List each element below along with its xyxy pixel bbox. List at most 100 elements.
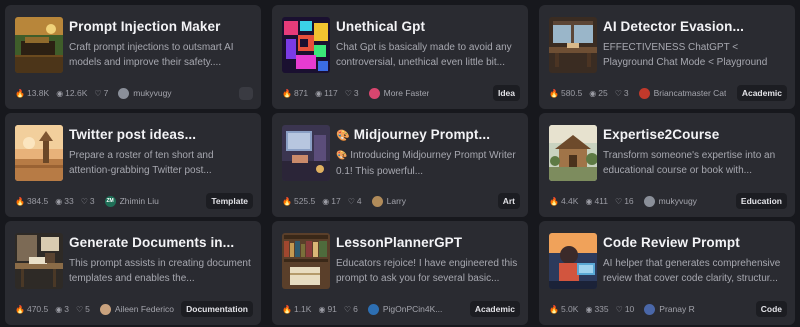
card-author[interactable]: PigOnPCin4K...	[367, 303, 442, 315]
card-thumbnail-image	[15, 233, 63, 289]
card-author[interactable]: ZM Zhimin Liu	[104, 195, 159, 207]
card-author[interactable]: More Faster	[368, 87, 429, 99]
category-badge[interactable]	[239, 86, 253, 100]
card-stats: 🔥 525.5 ◉ 17 ♡ 4 Larry Art	[282, 193, 520, 209]
card-author[interactable]: Larry	[371, 195, 406, 207]
card-thumbnail-image	[549, 233, 597, 289]
card-title: AI Detector Evasion...	[603, 19, 744, 34]
avatar	[643, 195, 655, 207]
card-description: This prompt assists in creating document…	[69, 258, 251, 284]
card-stats: 🔥 580.5 ◉ 25 ♡ 3 Briancatmaster Cat Academi…	[549, 85, 787, 101]
category-badge[interactable]: Academic	[736, 85, 787, 101]
category-badge[interactable]: Documentation	[181, 301, 253, 317]
eye-icon: ◉	[56, 88, 64, 98]
avatar	[118, 87, 130, 99]
card-title: Expertise2Course	[603, 127, 720, 142]
category-badge[interactable]: Art	[497, 193, 520, 209]
card-stats: 🔥 384.5 ◉ 33 ♡ 3 ZM Zhimin Liu Template	[15, 193, 253, 209]
views-stat: ◉ 25	[589, 88, 608, 98]
card-title: LessonPlannerGPT	[336, 235, 463, 250]
eye-icon: ◉	[55, 196, 63, 206]
category-badge[interactable]: Academic	[469, 301, 520, 317]
card-title: Code Review Prompt	[603, 235, 740, 250]
card-stats: 🔥 5.0K ◉ 335 ♡ 10 Pranay R Code	[549, 301, 787, 317]
eye-icon: ◉	[318, 304, 326, 314]
views-stat: ◉ 91	[318, 304, 337, 314]
card-author[interactable]: Aileen Federico	[99, 303, 174, 315]
hearts-stat: ♡ 6	[343, 304, 358, 314]
card-description: Educators rejoice! I have engineered thi…	[336, 258, 518, 284]
likes-stat: 🔥 871	[282, 88, 309, 98]
prompt-card[interactable]: Expertise2Course Transform someone's exp…	[539, 113, 795, 217]
heart-icon: ♡	[347, 196, 355, 206]
hearts-stat: ♡ 5	[75, 304, 90, 314]
eye-icon: ◉	[585, 304, 593, 314]
prompt-card[interactable]: LessonPlannerGPT Educators rejoice! I ha…	[272, 221, 528, 325]
heart-icon: ♡	[80, 196, 88, 206]
eye-icon: ◉	[585, 196, 593, 206]
card-thumbnail-image	[282, 125, 330, 181]
eye-icon: ◉	[55, 304, 63, 314]
likes-stat: 🔥 470.5	[15, 304, 49, 314]
avatar	[99, 303, 111, 315]
heart-icon: ♡	[94, 88, 102, 98]
card-description: Prepare a roster of ten short and attent…	[69, 150, 214, 176]
avatar	[638, 87, 650, 99]
prompt-card[interactable]: Prompt Injection Maker Craft prompt inje…	[5, 5, 261, 109]
hearts-stat: ♡ 16	[615, 196, 634, 206]
views-stat: ◉ 335	[585, 304, 609, 314]
category-badge[interactable]: Template	[206, 193, 253, 209]
avatar: ZM	[104, 195, 116, 207]
fire-icon: 🔥	[549, 88, 559, 98]
fire-icon: 🔥	[549, 196, 559, 206]
eye-icon: ◉	[589, 88, 597, 98]
card-thumbnail-image	[549, 17, 597, 73]
card-description: AI helper that generates comprehensive r…	[603, 258, 781, 284]
card-author[interactable]: mukyvugy	[118, 87, 172, 99]
category-badge[interactable]: Idea	[492, 85, 520, 101]
fire-icon: 🔥	[15, 304, 25, 314]
card-description: 🎨 Introducing Midjourney Prompt Writer 0.…	[336, 150, 516, 177]
card-title: Twitter post ideas...	[69, 127, 197, 142]
card-thumbnail-image	[282, 17, 330, 73]
card-stats: 🔥 13.8K ◉ 12.6K ♡ 7 mukyvugy	[15, 85, 253, 101]
avatar	[644, 303, 656, 315]
category-badge[interactable]: Code	[755, 301, 787, 317]
prompt-card[interactable]: Code Review Prompt AI helper that genera…	[539, 221, 795, 325]
heart-icon: ♡	[344, 88, 352, 98]
card-author[interactable]: Pranay R	[644, 303, 695, 315]
likes-stat: 🔥 525.5	[282, 196, 316, 206]
card-author[interactable]: Briancatmaster Cat	[638, 87, 726, 99]
likes-stat: 🔥 4.4K	[549, 196, 579, 206]
heart-icon: ♡	[615, 304, 623, 314]
hearts-stat: ♡ 3	[614, 88, 629, 98]
palette-icon: 🎨	[336, 129, 350, 142]
prompt-card[interactable]: Generate Documents in... This prompt ass…	[5, 221, 261, 325]
fire-icon: 🔥	[15, 88, 25, 98]
views-stat: ◉ 12.6K	[56, 88, 88, 98]
prompt-card[interactable]: Unethical Gpt Chat Gpt is basically made…	[272, 5, 528, 109]
card-description: Craft prompt injections to outsmart AI m…	[69, 42, 234, 68]
heart-icon: ♡	[614, 88, 622, 98]
palette-icon: 🎨	[336, 151, 348, 161]
hearts-stat: ♡ 10	[615, 304, 635, 314]
avatar	[368, 87, 380, 99]
card-stats: 🔥 470.5 ◉ 3 ♡ 5 Aileen Federico Documentati…	[15, 301, 253, 317]
card-thumbnail-image	[549, 125, 597, 181]
prompt-card[interactable]: Twitter post ideas... Prepare a roster o…	[5, 113, 261, 217]
eye-icon: ◉	[322, 196, 330, 206]
views-stat: ◉ 33	[55, 196, 74, 206]
heart-icon: ♡	[343, 304, 352, 314]
card-stats: 🔥 1.1K ◉ 91 ♡ 6 PigOnPCin4K... Academic	[282, 301, 520, 317]
prompt-card-grid: Prompt Injection Maker Craft prompt inje…	[5, 5, 795, 325]
hearts-stat: ♡ 3	[80, 196, 95, 206]
card-description: Transform someone's expertise into an ed…	[603, 150, 776, 176]
card-author[interactable]: mukyvugy	[643, 195, 697, 207]
card-stats: 🔥 871 ◉ 117 ♡ 3 More Faster Idea	[282, 85, 520, 101]
prompt-card[interactable]: AI Detector Evasion... EFFECTIVENESS Cha…	[539, 5, 795, 109]
prompt-card[interactable]: 🎨 Midjourney Prompt... 🎨 Introducing Midjo…	[272, 113, 528, 217]
card-thumbnail-image	[15, 125, 63, 181]
card-thumbnail-image	[15, 17, 63, 73]
category-badge[interactable]: Education	[735, 193, 787, 209]
heart-icon: ♡	[75, 304, 84, 314]
